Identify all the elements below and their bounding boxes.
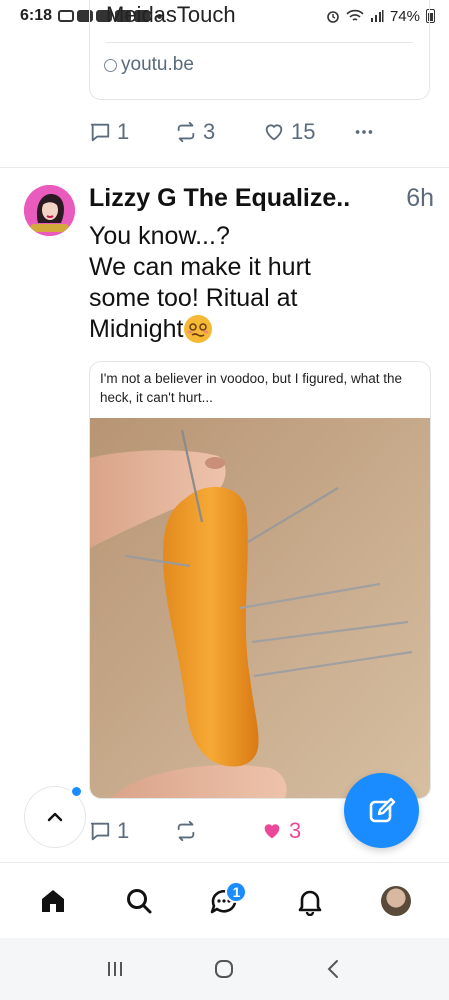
- repost-button[interactable]: 3: [175, 119, 263, 145]
- repost-icon: [177, 121, 195, 143]
- profile-avatar: [381, 885, 412, 916]
- bell-icon: [298, 890, 322, 916]
- reply-icon: [90, 123, 110, 142]
- avatar-illustration: [24, 185, 75, 236]
- post-header: Lizzy G The Equalize.. 6h: [89, 184, 434, 213]
- new-posts-dot: [70, 785, 83, 798]
- reply-count: 1: [117, 119, 130, 144]
- back-icon[interactable]: [323, 958, 345, 980]
- reply-count: 1: [117, 818, 130, 843]
- link-card-divider: [106, 42, 413, 43]
- nav-search[interactable]: [114, 876, 164, 926]
- heart-filled-icon: [264, 824, 280, 839]
- like-button[interactable]: 15: [263, 119, 353, 145]
- link-card-title: MeidasTouch: [106, 2, 236, 27]
- reply-icon: [90, 822, 110, 841]
- home-button-icon[interactable]: [213, 958, 235, 980]
- heart-icon: [265, 124, 283, 141]
- like-button[interactable]: 3: [261, 818, 301, 844]
- cheese-puff-photo[interactable]: [90, 418, 431, 799]
- compose-icon: [369, 797, 395, 822]
- nav-profile[interactable]: [371, 876, 421, 926]
- compose-button[interactable]: [344, 773, 419, 848]
- woozy-face-emoji-icon: [183, 315, 212, 343]
- recent-apps-icon[interactable]: [104, 958, 126, 980]
- author-name[interactable]: Lizzy G The Equalize..: [89, 184, 350, 213]
- nav-chat[interactable]: 1: [199, 876, 249, 926]
- repost-button[interactable]: [175, 820, 261, 842]
- globe-icon: [104, 58, 117, 72]
- chevron-up-icon: [47, 812, 63, 822]
- home-icon: [41, 889, 64, 912]
- nav-notifications[interactable]: [285, 876, 335, 926]
- status-time: 6:18: [20, 7, 53, 24]
- link-domain-text: youtu.be: [121, 54, 194, 75]
- author-avatar[interactable]: [24, 185, 75, 236]
- bottom-nav: 1: [0, 862, 449, 938]
- reply-button[interactable]: 1: [89, 818, 175, 844]
- nav-home[interactable]: [28, 876, 78, 926]
- post-body: You know...? We can make it hurt some to…: [89, 221, 429, 345]
- scroll-to-top-button[interactable]: [24, 785, 86, 848]
- embed-caption: I'm not a believer in voodoo, but I figu…: [100, 371, 403, 405]
- post-actions: 1 3: [89, 816, 379, 846]
- reply-button[interactable]: 1: [89, 119, 175, 145]
- post-time: 6h: [406, 184, 434, 212]
- more-options-button[interactable]: [353, 121, 375, 143]
- embedded-image-card[interactable]: I'm not a believer in voodoo, but I figu…: [89, 361, 431, 799]
- link-card-domain: youtu.be: [104, 54, 194, 76]
- chat-badge: 1: [225, 880, 248, 903]
- more-icon: [355, 130, 373, 134]
- like-count: 3: [289, 818, 302, 843]
- like-count: 15: [291, 119, 316, 144]
- prev-post-actions: 1 3 15: [89, 117, 379, 147]
- search-icon: [126, 888, 152, 913]
- link-card[interactable]: MeidasTouch youtu.be: [89, 0, 430, 100]
- system-nav: [0, 938, 449, 1000]
- notification-icon: [58, 10, 75, 22]
- post-divider: [0, 167, 449, 168]
- repost-icon: [177, 820, 195, 842]
- repost-count: 3: [203, 119, 216, 144]
